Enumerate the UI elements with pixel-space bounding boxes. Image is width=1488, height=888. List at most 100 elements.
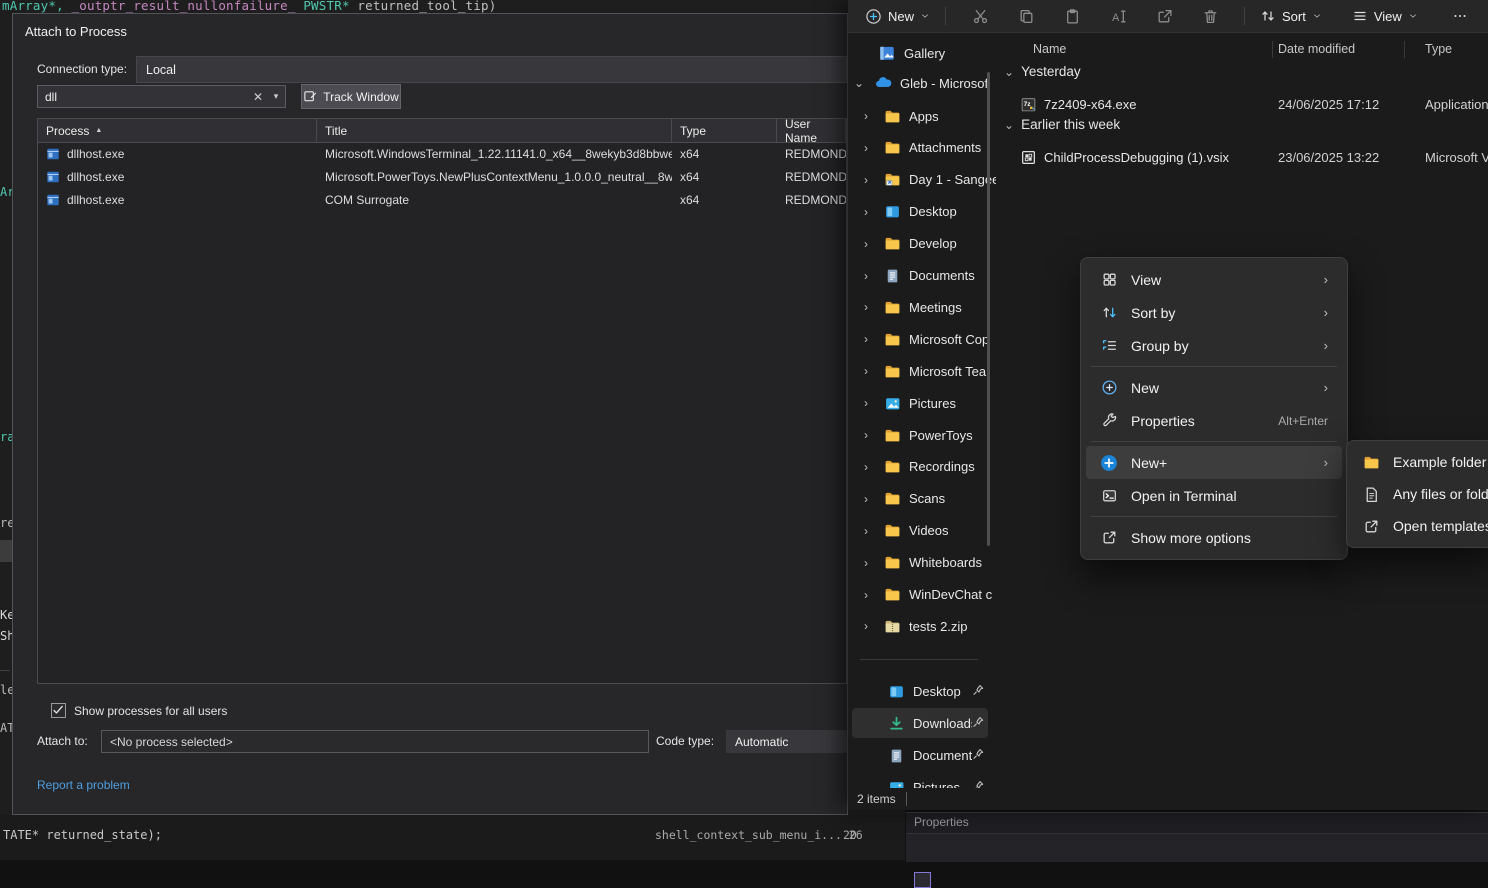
- submenu-item-example-folder[interactable]: Example folder: [1351, 446, 1488, 478]
- nav-item-pinned-downloads[interactable]: Downloads: [848, 708, 996, 738]
- nav-item-microsoft-cop[interactable]: ›Microsoft Cop: [848, 324, 996, 354]
- share-button[interactable]: [1146, 3, 1182, 29]
- downloads-icon: [888, 715, 905, 732]
- menu-item-show-more-options[interactable]: Show more options: [1086, 521, 1342, 554]
- rename-button[interactable]: A: [1100, 3, 1136, 29]
- chevron-collapsed-icon[interactable]: ›: [864, 396, 876, 410]
- submenu-item-open-templates[interactable]: Open templates: [1351, 510, 1488, 542]
- see-more-button[interactable]: [1443, 3, 1477, 29]
- nav-item-tests-2-zip[interactable]: ›tests 2.zip: [848, 611, 996, 641]
- menu-item-sort-by[interactable]: Sort by›: [1086, 296, 1342, 329]
- menu-item-open-in-terminal[interactable]: Open in Terminal: [1086, 479, 1342, 512]
- nav-item-videos[interactable]: ›Videos: [848, 516, 996, 546]
- nav-item-whiteboards[interactable]: ›Whiteboards: [848, 548, 996, 578]
- process-table-column-header[interactable]: Type: [672, 119, 777, 142]
- menu-item-label: New: [1131, 380, 1159, 396]
- file-group-header[interactable]: ⌄Earlier this week: [1004, 117, 1120, 132]
- nav-item-pinned-desktop[interactable]: Desktop: [848, 676, 996, 706]
- show-all-users-checkbox-row[interactable]: Show processes for all users: [51, 703, 227, 718]
- nav-item-pinned-pictures[interactable]: Pictures: [848, 772, 996, 788]
- submenu-chevron-icon: ›: [1324, 455, 1328, 470]
- nav-item-develop[interactable]: ›Develop: [848, 229, 996, 259]
- chevron-expanded-icon[interactable]: ⌄: [854, 76, 866, 90]
- process-table-column-header[interactable]: Process▲: [38, 119, 317, 142]
- delete-button[interactable]: [1192, 3, 1228, 29]
- group-collapse-icon[interactable]: ⌄: [1004, 118, 1014, 132]
- nav-item-scans[interactable]: ›Scans: [848, 484, 996, 514]
- attach-to-field[interactable]: <No process selected>: [101, 730, 649, 753]
- file-row[interactable]: 7z7z2409-x64.exe24/06/2025 17:12Applicat…: [1000, 90, 1488, 118]
- chevron-collapsed-icon[interactable]: ›: [864, 141, 876, 155]
- code-type-combobox[interactable]: Automatic: [726, 730, 847, 753]
- chevron-collapsed-icon[interactable]: ›: [864, 460, 876, 474]
- folder-icon: [884, 331, 901, 348]
- nav-item-apps[interactable]: ›Apps: [848, 101, 996, 131]
- chevron-collapsed-icon[interactable]: ›: [864, 332, 876, 346]
- process-row[interactable]: dllhost.exeMicrosoft.PowerToys.NewPlusCo…: [38, 165, 846, 188]
- file-column-header[interactable]: Date modified: [1278, 42, 1355, 56]
- chevron-collapsed-icon[interactable]: ›: [864, 588, 876, 602]
- chevron-collapsed-icon[interactable]: ›: [864, 205, 876, 219]
- nav-item-gallery[interactable]: Gallery: [848, 40, 996, 68]
- rename-icon: A: [1110, 8, 1127, 25]
- nav-item-microsoft-tear[interactable]: ›Microsoft Tear: [848, 356, 996, 386]
- nav-item-recordings[interactable]: ›Recordings: [848, 452, 996, 482]
- menu-item-view[interactable]: View›: [1086, 263, 1342, 296]
- file-column-header[interactable]: Name: [1033, 42, 1066, 56]
- nav-item-windevchat-c[interactable]: ›WinDevChat c: [848, 580, 996, 610]
- filter-dropdown-icon[interactable]: ▾: [267, 86, 285, 107]
- process-row[interactable]: dllhost.exeCOM Surrogatex64REDMOND: [38, 188, 846, 211]
- chevron-collapsed-icon[interactable]: ›: [864, 556, 876, 570]
- cut-button[interactable]: [962, 3, 998, 29]
- menu-item-group-by[interactable]: Group by›: [1086, 329, 1342, 362]
- process-table-column-header[interactable]: Title: [317, 119, 672, 142]
- nav-item-pinned-documents[interactable]: Documents: [848, 740, 996, 770]
- nav-item-meetings[interactable]: › Meetings: [848, 292, 996, 322]
- nav-item-attachments[interactable]: ›Attachments: [848, 133, 996, 163]
- clear-filter-icon[interactable]: ✕: [249, 86, 267, 107]
- nav-item-documents[interactable]: ›Documents: [848, 261, 996, 291]
- connection-type-combobox[interactable]: Local: [136, 56, 847, 83]
- process-filter-input[interactable]: dll ✕ ▾: [37, 85, 286, 108]
- file-date-modified: 24/06/2025 17:12: [1278, 97, 1379, 112]
- paste-button[interactable]: [1054, 3, 1090, 29]
- column-divider[interactable]: [1404, 41, 1405, 58]
- chevron-collapsed-icon[interactable]: ›: [864, 269, 876, 283]
- group-collapse-icon[interactable]: ⌄: [1004, 65, 1014, 79]
- file-group-header[interactable]: ⌄Yesterday: [1004, 64, 1081, 79]
- submenu-item-label: Example folder: [1393, 454, 1486, 470]
- menu-item-new[interactable]: New›: [1086, 371, 1342, 404]
- nav-item-onedrive-root[interactable]: ⌄Gleb - Microsof: [848, 68, 996, 98]
- chevron-collapsed-icon[interactable]: ›: [864, 109, 876, 123]
- process-table-column-header[interactable]: User Name: [777, 119, 846, 142]
- chevron-collapsed-icon[interactable]: ›: [864, 492, 876, 506]
- menu-item-new-[interactable]: New+›: [1086, 446, 1342, 479]
- column-divider[interactable]: [1272, 41, 1273, 58]
- chevron-collapsed-icon[interactable]: ›: [864, 173, 876, 187]
- submenu-item-any-files-or-folde[interactable]: Any files or folde: [1351, 478, 1488, 510]
- chevron-collapsed-icon[interactable]: ›: [864, 300, 876, 314]
- chevron-collapsed-icon[interactable]: ›: [864, 364, 876, 378]
- nav-item-powertoys[interactable]: ›PowerToys: [848, 420, 996, 450]
- chevron-collapsed-icon[interactable]: ›: [864, 619, 876, 633]
- process-row[interactable]: dllhost.exeMicrosoft.WindowsTerminal_1.2…: [38, 142, 846, 165]
- view-button[interactable]: View: [1343, 3, 1427, 29]
- chevron-collapsed-icon[interactable]: ›: [864, 428, 876, 442]
- nav-item-label: Meetings: [909, 300, 962, 315]
- nav-item-day-1-sangee[interactable]: ›Day 1 - Sangee: [848, 165, 996, 195]
- chevron-collapsed-icon[interactable]: ›: [864, 524, 876, 538]
- checkbox-checked-icon[interactable]: [51, 703, 66, 718]
- chevron-collapsed-icon[interactable]: ›: [864, 237, 876, 251]
- menu-item-properties[interactable]: PropertiesAlt+Enter: [1086, 404, 1342, 437]
- file-column-header[interactable]: Type: [1425, 42, 1452, 56]
- code-line-bottom: TATE* returned_state);: [3, 828, 162, 842]
- file-row[interactable]: ChildProcessDebugging (1).vsix23/06/2025…: [1000, 143, 1488, 171]
- track-window-button[interactable]: Track Window: [301, 84, 401, 109]
- nav-item-desktop[interactable]: ›Desktop: [848, 197, 996, 227]
- navigation-scrollbar[interactable]: [987, 72, 990, 546]
- report-a-problem-link[interactable]: Report a problem: [37, 778, 130, 792]
- copy-button[interactable]: [1008, 3, 1044, 29]
- new-button[interactable]: New: [856, 3, 939, 29]
- sort-button[interactable]: Sort: [1251, 3, 1331, 29]
- nav-item-pictures[interactable]: ›Pictures: [848, 388, 996, 418]
